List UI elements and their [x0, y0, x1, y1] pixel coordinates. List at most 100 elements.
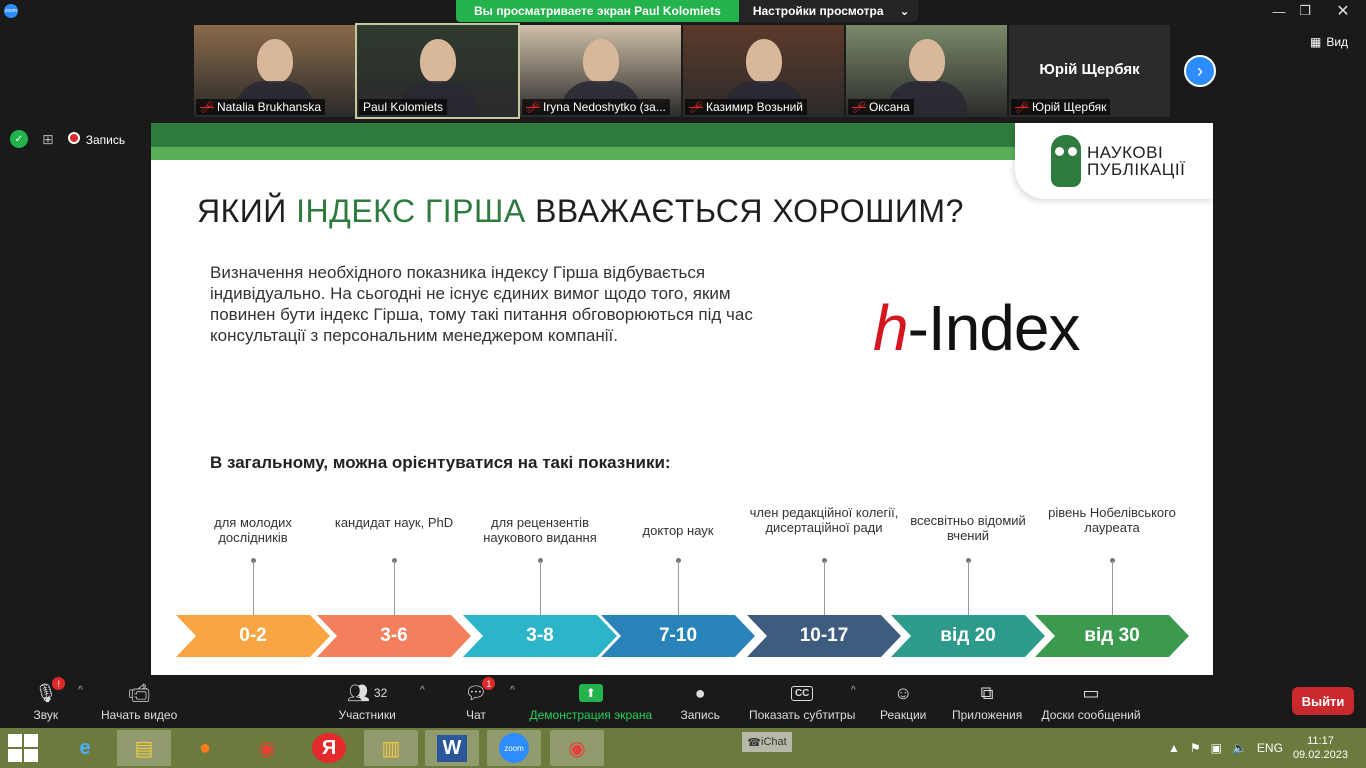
record-button[interactable]: ● Запись [680, 681, 720, 723]
view-button[interactable]: ▦ Вид [1310, 35, 1348, 49]
tray-chevron-icon[interactable]: ▲ [1168, 741, 1180, 755]
scale-label: член редакційної колегії, дисертаційної … [749, 505, 899, 535]
clock-date: 09.02.2023 [1292, 749, 1348, 761]
ichat-button[interactable]: ☎ iChat [742, 732, 792, 752]
microphone-icon: 🎙︎! [34, 677, 66, 705]
scale-label: для молодих дослідників [214, 515, 292, 545]
participant-tile[interactable]: 🎤︎ Казимир Возьний [683, 25, 844, 117]
participant-tile[interactable]: Юрій Щербяк 🎤︎ Юрій Щербяк [1009, 25, 1170, 117]
firefox-icon[interactable]: ● [178, 730, 232, 766]
participant-tile[interactable]: 🎤︎ Оксана [846, 25, 1007, 117]
scale-connector [394, 561, 395, 615]
participant-tile[interactable]: 🎤︎ Iryna Nedoshytko (за... [520, 25, 681, 117]
apps-button[interactable]: ⧉ Приложения [952, 681, 1023, 723]
chevron-up-icon[interactable]: ^ [420, 685, 425, 696]
participant-name: 🎤︎ Юрій Щербяк [1011, 99, 1111, 115]
participant-video [745, 39, 782, 83]
captions-label: Показать субтитры [749, 708, 856, 722]
screen-share-banner: Вы просматриваете экран Paul Kolomiets Н… [456, 0, 918, 22]
h-index-h: h [873, 292, 909, 364]
logo-text-line-1: НАУКОВІ [1087, 143, 1164, 162]
chat-button[interactable]: 💬︎ 1 Чат [465, 677, 496, 722]
language-indicator[interactable]: ENG [1257, 741, 1283, 755]
file-explorer-icon[interactable]: ▤ [117, 730, 171, 766]
video-label: Начать видео [101, 708, 178, 722]
scale-connector [824, 561, 825, 615]
windows-start-icon[interactable] [8, 734, 38, 762]
internet-explorer-icon[interactable]: e [58, 730, 112, 766]
clock[interactable]: 11:17 09.02.2023 [1293, 734, 1348, 762]
view-settings-button[interactable]: Настройки просмотра ⌄ [738, 0, 918, 22]
participant-name: 🎤︎ Казимир Возьний [685, 99, 807, 115]
scale-labels: для молодих дослідників кандидат наук, Ph… [151, 503, 1213, 615]
title-part-2: ВВАЖАЄТЬСЯ ХОРОШИМ? [525, 193, 964, 229]
scale-label: кандидат наук, PhD [334, 515, 454, 530]
audio-button[interactable]: 🎙︎! Звук [34, 677, 66, 722]
meeting-apps-icon[interactable]: ⊞ [42, 131, 54, 148]
scale-connector [968, 561, 969, 615]
logo-text: НАУКОВІ ПУБЛІКАЦІЇ [1087, 144, 1185, 178]
recording-label: Запись [85, 132, 126, 147]
view-settings-label: Настройки просмотра [752, 4, 884, 18]
participants-icon: 👥︎ 32 [347, 682, 388, 703]
close-icon[interactable]: ✕ [1320, 0, 1366, 22]
owl-logo-icon [1051, 135, 1081, 187]
apps-label: Приложения [952, 708, 1023, 722]
participants-button[interactable]: 👥︎ 32 Участники [339, 681, 396, 723]
scale-label: всесвітньо відомий вчений [910, 513, 1026, 543]
chrome-profile-icon[interactable]: ◉ [550, 730, 604, 766]
clock-time: 11:17 [1307, 735, 1334, 747]
scale-arrow: 10-17 [747, 615, 901, 657]
participant-name: 🎤︎ Оксана [848, 99, 914, 115]
security-shield-icon[interactable]: ✓ [10, 130, 28, 148]
participant-tile[interactable]: 🎤︎ Natalia Brukhanska [194, 25, 355, 117]
notification-badge: ! [52, 677, 66, 690]
scale-arrow: 3-8 [463, 615, 617, 657]
participant-video [582, 39, 619, 83]
captions-button[interactable]: CC Показать субтитры [749, 681, 855, 722]
next-page-button[interactable]: › [1184, 55, 1216, 87]
participant-big-name: Юрій Щербяк [1039, 61, 1140, 78]
reactions-label: Реакции [880, 708, 927, 722]
participant-video [256, 39, 293, 83]
participant-tile[interactable]: Paul Kolomiets [355, 23, 520, 119]
chevron-up-icon[interactable]: ^ [78, 685, 83, 696]
chevron-up-icon[interactable]: ^ [851, 685, 856, 696]
participant-name: Paul Kolomiets [359, 99, 448, 115]
word-icon[interactable]: W [425, 730, 479, 766]
chrome-icon[interactable]: ◉ [240, 730, 294, 766]
restore-icon[interactable]: ❐ [1290, 0, 1320, 22]
record-label: Запись [680, 708, 720, 722]
shared-screen-slide: НАУКОВІ ПУБЛІКАЦІЇ ЯКИЙ ІНДЕКС ГІРША ВВА… [151, 123, 1213, 675]
video-button[interactable]: 📹︎ Начать видео [101, 681, 178, 723]
scale-connector [678, 561, 679, 615]
muted-mic-icon: 🎤︎ [689, 101, 703, 114]
zoom-app-icon: zoom [4, 4, 18, 18]
network-icon[interactable]: ⚑ [1190, 741, 1201, 755]
record-dot-icon [67, 131, 80, 144]
ichat-label: iChat [761, 736, 787, 748]
chevron-up-icon[interactable]: ^ [510, 685, 515, 696]
zoom-taskbar-icon[interactable]: zoom [487, 730, 541, 766]
participant-strip: 🎤︎ Natalia Brukhanska Paul Kolomiets 🎤︎ Iryn… [194, 23, 1170, 119]
reactions-button[interactable]: ☺ Реакции [880, 681, 927, 723]
scale-label: рівень Нобелівського лауреата [1048, 505, 1176, 535]
title-part-1: ЯКИЙ [197, 193, 297, 229]
slide-title: ЯКИЙ ІНДЕКС ГІРША ВВАЖАЄТЬСЯ ХОРОШИМ? [197, 193, 964, 230]
whiteboards-button[interactable]: ▭ Доски сообщений [1041, 681, 1141, 723]
muted-mic-icon: 🎤︎ [200, 101, 214, 114]
leave-button[interactable]: Выйти [1292, 687, 1354, 715]
yandex-icon[interactable]: Я [312, 733, 346, 763]
device-icon[interactable]: ▣ [1211, 741, 1222, 755]
participant-video [908, 39, 945, 83]
scale-connector [540, 561, 541, 615]
h-index-logo: h-Index [873, 291, 1080, 365]
recording-indicator[interactable]: Запись [67, 131, 126, 147]
folders-icon[interactable]: ▥ [364, 730, 418, 766]
whiteboards-label: Доски сообщений [1041, 708, 1141, 722]
volume-icon[interactable]: 🔈 [1232, 741, 1247, 755]
muted-mic-icon: 🎤︎ [1015, 101, 1029, 114]
share-button[interactable]: ⬆ Демонстрация экрана [530, 681, 652, 722]
scale-connector [1112, 561, 1113, 615]
scale-arrow: від 30 [1035, 615, 1189, 657]
